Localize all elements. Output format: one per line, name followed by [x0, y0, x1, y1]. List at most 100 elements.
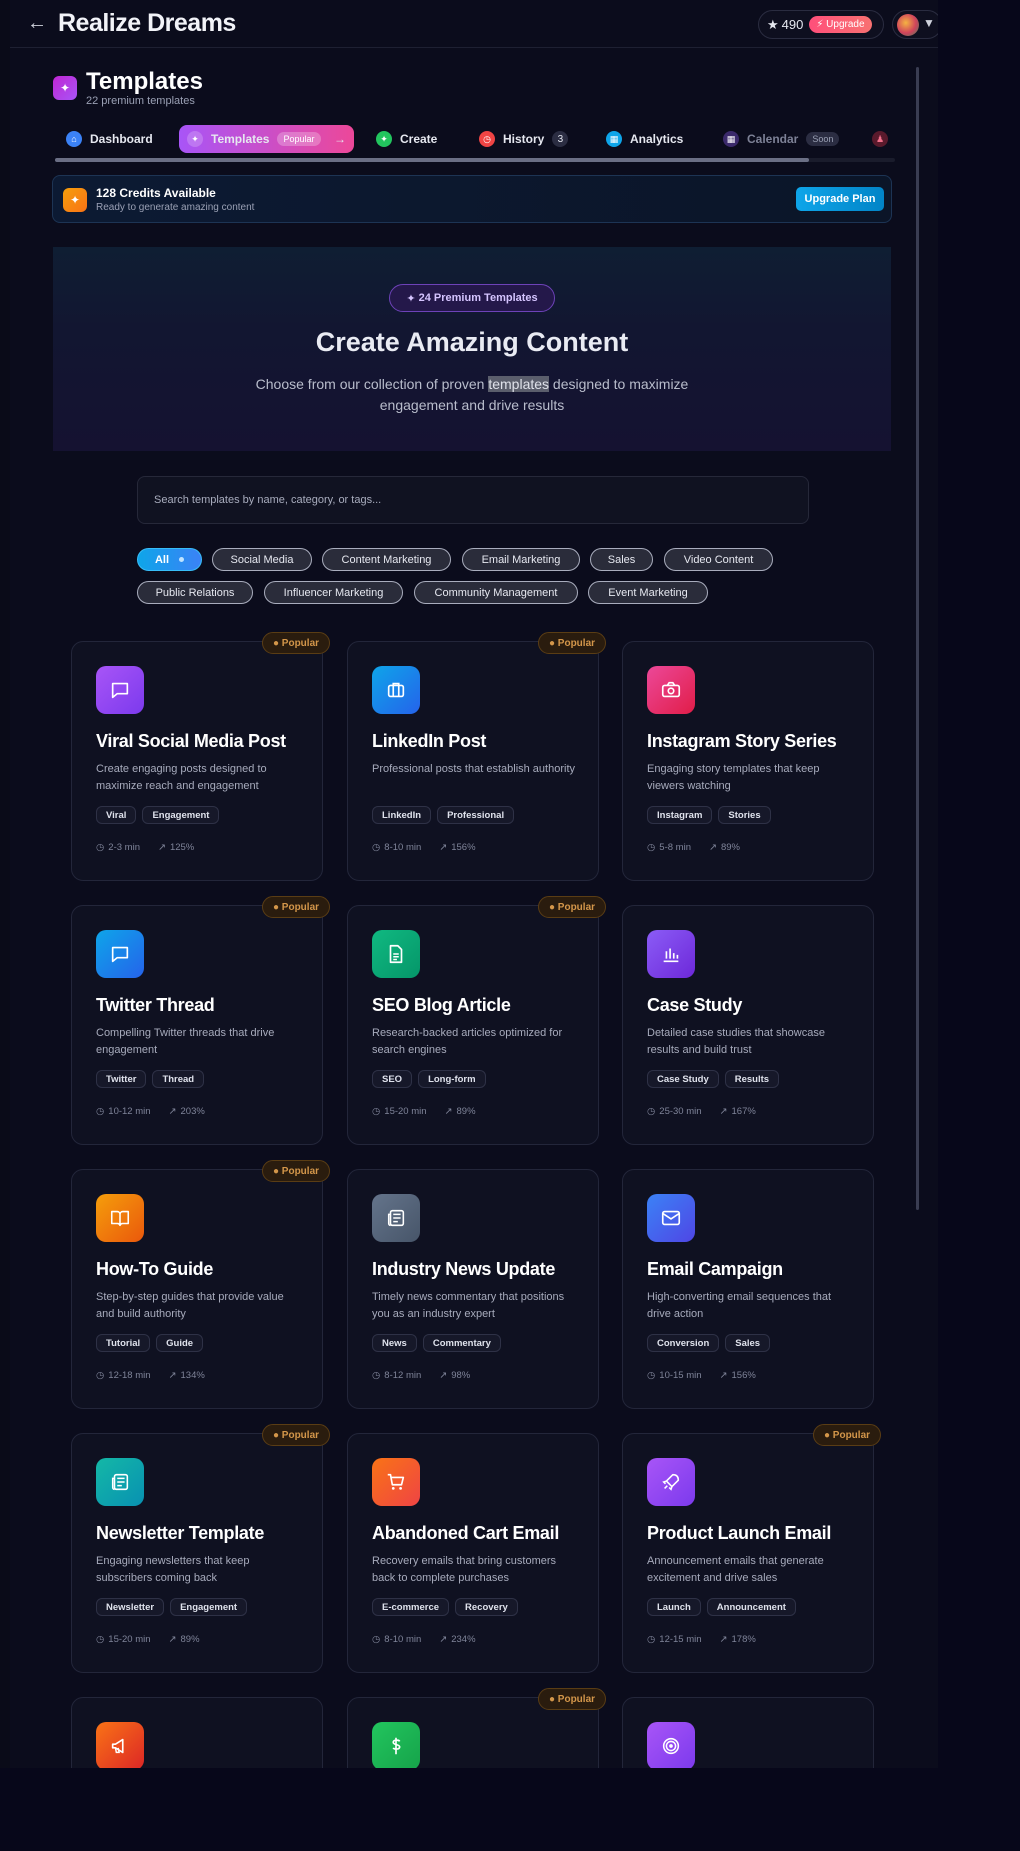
card-stat: 234%: [451, 1634, 476, 1645]
template-card[interactable]: Case Study Detailed case studies that sho…: [622, 905, 874, 1145]
card-time: 12-15 min: [659, 1634, 702, 1645]
cart-icon: [372, 1458, 420, 1506]
trending-up-icon: ↗: [719, 1106, 728, 1117]
filter-chip[interactable]: Public Relations: [137, 581, 253, 604]
clock-icon: ◷: [647, 1106, 656, 1117]
template-card[interactable]: Newsletter Template Engaging newsletters …: [71, 1433, 323, 1673]
megaphone-icon: [96, 1722, 144, 1768]
tab-dashboard[interactable]: ⌂ Dashboard: [66, 125, 153, 153]
card-time: 15-20 min: [384, 1106, 427, 1117]
tab-history[interactable]: ◷ History 3: [479, 125, 569, 153]
users-icon: ♟: [872, 131, 888, 147]
user-menu[interactable]: ▼: [892, 10, 938, 39]
filter-chip[interactable]: Community Management: [414, 581, 578, 604]
newspaper-icon: [372, 1194, 420, 1242]
hero-desc-part: Choose from our collection of proven: [255, 376, 489, 392]
filter-chip[interactable]: Video Content: [664, 548, 773, 571]
popular-badge: ● Popular: [538, 1688, 606, 1710]
card-title: LinkedIn Post: [372, 731, 487, 751]
flame-icon: ●: [272, 901, 282, 913]
card-time: 10-15 min: [659, 1370, 702, 1381]
card-tags: Newsletter Engagement: [96, 1598, 253, 1616]
card-description: Step-by-step guides that provide value a…: [96, 1291, 284, 1320]
template-card[interactable]: Email Campaign High-converting email sequ…: [622, 1169, 874, 1409]
tab-templates[interactable]: ✦ Templates Popular →: [179, 125, 354, 153]
filter-chip[interactable]: Social Media: [212, 548, 312, 571]
card-time: 8-10 min: [384, 842, 422, 853]
card-stat: 178%: [731, 1634, 756, 1645]
filter-chip-label: Community Management: [434, 586, 558, 599]
upgrade-plan-button[interactable]: Upgrade Plan: [796, 187, 884, 211]
template-card[interactable]: Cold Outreach EmailPersonalized cold ema…: [622, 1697, 874, 1768]
tag: Instagram: [647, 806, 713, 824]
card-title: SEO Blog Article: [372, 995, 511, 1015]
template-card[interactable]: Twitter Thread Compelling Twitter threads…: [71, 905, 323, 1145]
tab-team[interactable]: ♟: [872, 125, 896, 153]
scrollbar[interactable]: [916, 67, 919, 1210]
credits-subtitle: Ready to generate amazing content: [96, 202, 255, 213]
search-input[interactable]: [154, 477, 794, 523]
clock-icon: ◷: [372, 1106, 381, 1117]
tab-badge: Soon: [806, 132, 840, 146]
tag: Newsletter: [96, 1598, 165, 1616]
tab-create[interactable]: ✦ Create: [376, 125, 437, 153]
template-card[interactable]: Viral Social Media Post Create engaging p…: [71, 641, 323, 881]
card-description: High-converting email sequences that dri…: [647, 1291, 832, 1320]
trending-up-icon: ↗: [719, 1634, 728, 1645]
tag: Twitter: [96, 1070, 147, 1088]
popular-badge: ● Popular: [262, 1424, 330, 1446]
filter-chip-label: Influencer Marketing: [283, 586, 384, 599]
tab-label: Create: [400, 132, 438, 146]
filter-chip[interactable]: All: [137, 548, 202, 571]
filter-chip[interactable]: Event Marketing: [588, 581, 708, 604]
popular-badge: ● Popular: [262, 896, 330, 918]
card-tags: Instagram Stories: [647, 806, 777, 824]
popular-label: Popular: [281, 637, 320, 649]
target-icon: [647, 1722, 695, 1768]
tab-calendar[interactable]: ▦ Calendar Soon: [723, 125, 840, 153]
flame-icon: ●: [272, 637, 282, 649]
clock-icon: ◷: [96, 1634, 105, 1645]
tag: Professional: [437, 806, 515, 824]
template-card[interactable]: Product Launch Email Announcement emails …: [622, 1433, 874, 1673]
filter-chip[interactable]: Sales: [590, 548, 653, 571]
tab-scroll-thumb[interactable]: [55, 158, 809, 162]
card-meta: ◷ 15-20 min ↗ 89%: [372, 1106, 480, 1117]
tab-count: 3: [552, 131, 569, 147]
briefcase-icon: [372, 666, 420, 714]
popular-label: Popular: [281, 1165, 320, 1177]
tab-analytics[interactable]: ▦ Analytics: [606, 125, 683, 153]
template-card[interactable]: SEO Blog Article Research-backed articles…: [347, 905, 599, 1145]
credits-pill[interactable]: ★ 490 ⚡ Upgrade: [758, 10, 884, 39]
hero-description: Choose from our collection of proven tem…: [243, 374, 701, 416]
card-stat: 89%: [180, 1634, 200, 1645]
upgrade-button[interactable]: ⚡ Upgrade: [809, 16, 872, 33]
filter-chip[interactable]: Content Marketing: [322, 548, 451, 571]
template-card[interactable]: LinkedIn Post Professional posts that est…: [347, 641, 599, 881]
flame-icon: ●: [823, 1429, 833, 1441]
dollar-icon: [372, 1722, 420, 1768]
filter-chip[interactable]: Influencer Marketing: [264, 581, 403, 604]
filter-chip-label: Content Marketing: [341, 553, 432, 566]
card-tags: LinkedIn Professional: [372, 806, 520, 824]
clock-icon: ◷: [372, 1634, 381, 1645]
template-card[interactable]: How-To Guide Step-by-step guides that pro…: [71, 1169, 323, 1409]
template-card[interactable]: Instagram Story Series Engaging story tem…: [622, 641, 874, 881]
card-title: Newsletter Template: [96, 1523, 265, 1543]
popular-label: Popular: [281, 901, 320, 913]
back-arrow-icon[interactable]: ←: [27, 12, 49, 34]
popular-badge: ● Popular: [813, 1424, 881, 1446]
flame-icon: ●: [548, 637, 558, 649]
card-tags: Twitter Thread: [96, 1070, 210, 1088]
clock-icon: ◷: [647, 1634, 656, 1645]
top-bar: ← Realize Dreams ★ 490 ⚡ Upgrade ▼: [10, 0, 938, 48]
template-card[interactable]: Product Launch CopyCompelling sales copy…: [71, 1697, 323, 1768]
tab-label: Dashboard: [90, 132, 153, 146]
card-stat: 156%: [451, 842, 476, 853]
flame-icon: ●: [272, 1165, 282, 1177]
clock-icon: ◷: [96, 1106, 105, 1117]
template-card[interactable]: Industry News Update Timely news commenta…: [347, 1169, 599, 1409]
template-card[interactable]: Abandoned Cart Email Recovery emails that…: [347, 1433, 599, 1673]
card-description: Engaging newsletters that keep subscribe…: [96, 1555, 250, 1584]
filter-chip[interactable]: Email Marketing: [462, 548, 580, 571]
